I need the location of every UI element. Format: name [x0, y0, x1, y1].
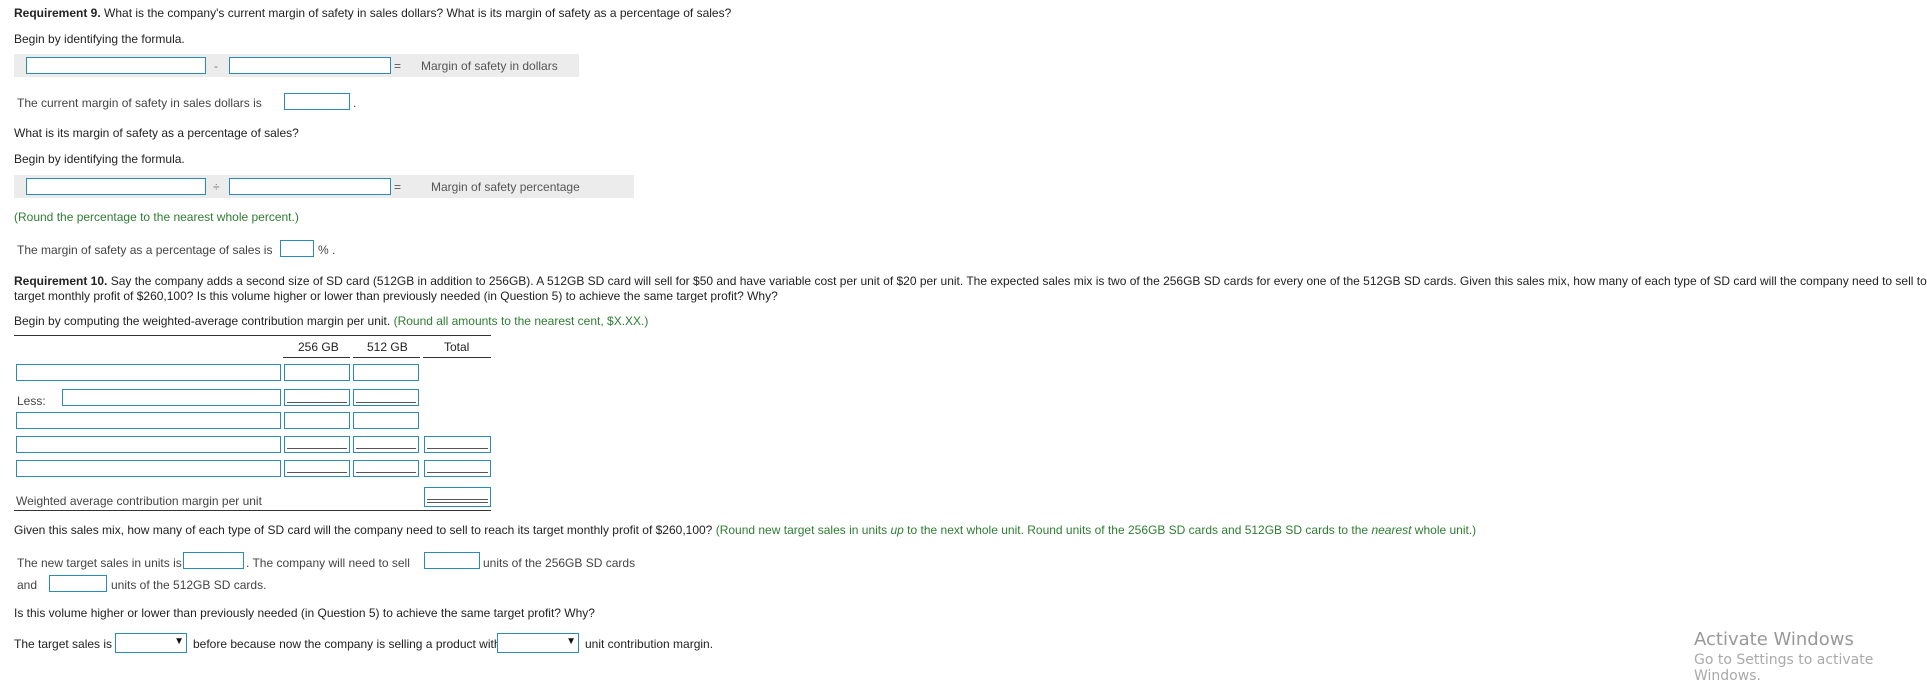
wacm-round-note: (Round all amounts to the nearest cent, …: [390, 314, 649, 328]
dropdown-arrow-icon: ▼: [566, 636, 576, 647]
round-pct-note: (Round the percentage to the nearest who…: [14, 210, 299, 224]
wacm-double-rule: [427, 499, 488, 503]
margin-safety-dollars-label: Margin of safety in dollars: [421, 59, 558, 73]
minus-operator: -: [214, 59, 218, 73]
volume-question: Is this volume higher or lower than prev…: [14, 606, 595, 620]
cm-for-mix-label-input[interactable]: [16, 460, 281, 477]
row4-rule-256: [287, 448, 347, 449]
table-bottom-rule: [14, 510, 491, 511]
sales-price-label-input[interactable]: [16, 364, 281, 381]
sales-price-256-input[interactable]: [284, 364, 350, 381]
subtotal-rule-256: [287, 402, 347, 403]
col3-header-rule: [423, 357, 491, 358]
percent-suffix: % .: [318, 243, 336, 257]
req10-heading: Requirement 10. Say the company adds a s…: [14, 274, 1927, 288]
equals-sign-1: =: [394, 59, 402, 73]
units-256-input[interactable]: [424, 552, 480, 569]
wacm-total-input[interactable]: [424, 487, 491, 507]
ucm-text: unit contribution margin.: [585, 637, 714, 651]
wacm-begin: Begin by computing the weighted-average …: [14, 314, 648, 328]
variable-cost-label-input[interactable]: [62, 389, 281, 406]
req9-question: What is the company's current margin of …: [100, 6, 732, 20]
cm-for-mix-512-input[interactable]: [353, 460, 419, 477]
units-256-text: units of the 256GB SD cards: [483, 556, 636, 570]
equals-sign-2: =: [394, 180, 402, 194]
target-sales-text: The target sales is: [14, 637, 113, 651]
cm-per-unit-label-input[interactable]: [16, 412, 281, 429]
sales-mix-total-input[interactable]: [424, 436, 491, 453]
because-text: before because now the company is sellin…: [193, 637, 501, 651]
row4-rule-total: [427, 448, 488, 449]
table-top-rule: [14, 335, 491, 336]
units-512-text: units of the 512GB SD cards.: [111, 578, 267, 592]
req10-label: Requirement 10.: [14, 274, 108, 288]
sales-mix-label-input[interactable]: [16, 436, 281, 453]
req9-label: Requirement 9.: [14, 6, 101, 20]
formula-dollars-input-1[interactable]: [26, 57, 206, 74]
units-note-nearest: nearest: [1371, 523, 1412, 537]
req10-question-line2: target monthly profit of $260,100? Is th…: [14, 289, 778, 303]
units-note-up: up: [890, 523, 904, 537]
units-question: Given this sales mix, how many of each t…: [14, 523, 1476, 537]
formula-pct-input-1[interactable]: [26, 178, 206, 195]
sales-price-512-input[interactable]: [353, 364, 419, 381]
row5-rule-512: [356, 472, 416, 473]
activate-windows-subtitle: Go to Settings to activate Windows.: [1694, 652, 1874, 684]
req10-question-line1: Say the company adds a second size of SD…: [107, 274, 1927, 288]
new-target-text: The new target sales in units is: [17, 556, 182, 570]
units-note-b: to the next whole unit. Round units of t…: [903, 523, 1372, 537]
cm-per-unit-256-input[interactable]: [284, 412, 350, 429]
req9-begin-formula-1: Begin by identifying the formula.: [14, 32, 185, 46]
units-note-c: whole unit.): [1411, 523, 1477, 537]
units-question-text: Given this sales mix, how many of each t…: [14, 523, 713, 537]
units-512-input[interactable]: [49, 575, 107, 592]
dropdown-arrow-icon: ▼: [174, 636, 184, 647]
req9-begin-formula-2: Begin by identifying the formula.: [14, 152, 185, 166]
row4-rule-512: [356, 448, 416, 449]
col-header-total: Total: [444, 340, 470, 354]
col-header-512gb: 512 GB: [367, 340, 408, 354]
col1-header-rule: [283, 357, 350, 358]
row5-rule-256: [287, 472, 347, 473]
current-margin-input[interactable]: [284, 93, 350, 110]
cm-per-unit-512-input[interactable]: [353, 412, 419, 429]
current-margin-text: The current margin of safety in sales do…: [17, 96, 262, 110]
variable-cost-512-input[interactable]: [353, 389, 419, 406]
col2-header-rule: [353, 357, 420, 358]
formula-dollars-input-2[interactable]: [229, 57, 391, 74]
margin-size-dropdown[interactable]: ▼: [497, 633, 579, 653]
need-sell-text: . The company will need to sell: [246, 556, 410, 570]
sales-mix-512-input[interactable]: [353, 436, 419, 453]
margin-pct-input[interactable]: [280, 240, 314, 257]
req9-heading: Requirement 9. What is the company's cur…: [14, 6, 731, 20]
less-label: Less:: [17, 394, 46, 408]
divide-operator: ÷: [213, 180, 220, 194]
margin-safety-pct-label: Margin of safety percentage: [431, 180, 580, 194]
pct-question: What is its margin of safety as a percen…: [14, 126, 299, 140]
cm-for-mix-256-input[interactable]: [284, 460, 350, 477]
variable-cost-256-input[interactable]: [284, 389, 350, 406]
pct-result-text: The margin of safety as a percentage of …: [17, 243, 273, 257]
and-text: and: [17, 578, 38, 592]
period-1: .: [353, 96, 357, 110]
row5-rule-total: [427, 472, 488, 473]
col-header-256gb: 256 GB: [298, 340, 339, 354]
wacm-begin-text: Begin by computing the weighted-average …: [14, 314, 391, 328]
wacm-label: Weighted average contribution margin per…: [16, 494, 262, 508]
units-note-a: (Round new target sales in units: [712, 523, 891, 537]
new-target-units-input[interactable]: [183, 552, 244, 569]
cm-for-mix-total-input[interactable]: [424, 460, 491, 477]
formula-pct-input-2[interactable]: [229, 178, 391, 195]
sales-mix-256-input[interactable]: [284, 436, 350, 453]
higher-lower-dropdown[interactable]: ▼: [115, 633, 187, 653]
activate-windows-title: Activate Windows: [1694, 629, 1854, 650]
subtotal-rule-512: [356, 402, 416, 403]
